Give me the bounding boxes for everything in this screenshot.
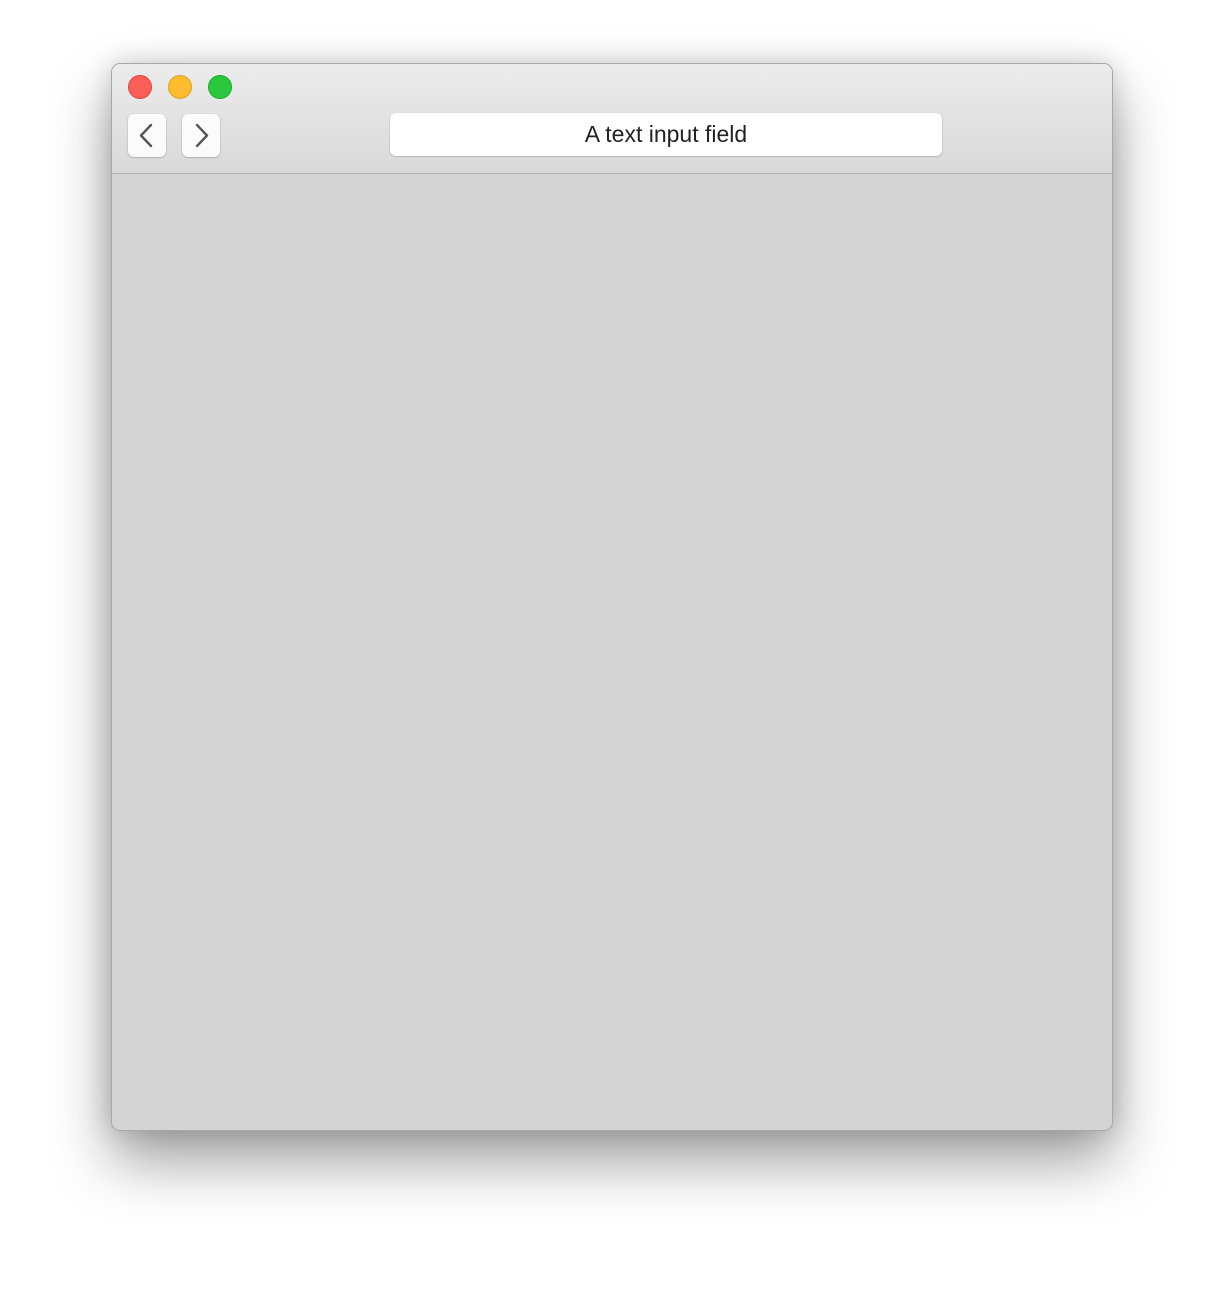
text-input-field[interactable]: A text input field xyxy=(390,113,942,156)
chevron-right-icon xyxy=(195,123,209,148)
titlebar: A text input field xyxy=(112,64,1112,174)
chevron-left-icon xyxy=(139,123,153,148)
close-button[interactable] xyxy=(128,75,152,99)
back-button[interactable] xyxy=(128,114,166,157)
zoom-button[interactable] xyxy=(208,75,232,99)
content-area xyxy=(112,174,1112,1130)
minimize-button[interactable] xyxy=(168,75,192,99)
forward-button[interactable] xyxy=(182,114,220,157)
app-window: A text input field xyxy=(111,63,1113,1131)
